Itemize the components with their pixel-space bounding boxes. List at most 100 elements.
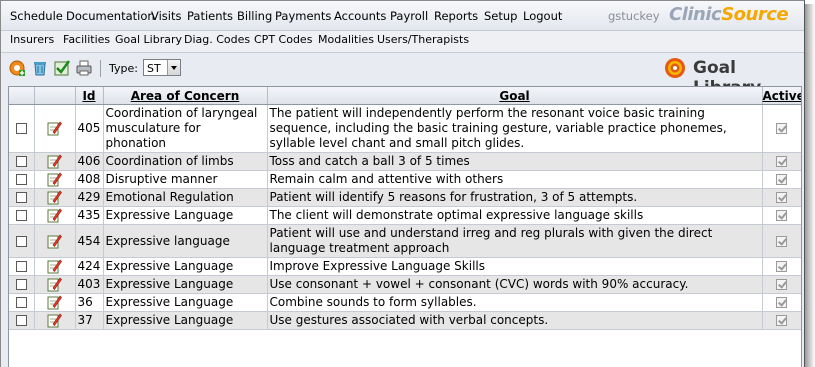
row-active-cell — [762, 104, 801, 153]
type-select[interactable]: ST — [143, 59, 181, 76]
submenu-modalities[interactable]: Modalities — [318, 33, 374, 46]
row-edit-cell — [34, 293, 76, 312]
row-id: 403 — [75, 275, 104, 294]
row-select-checkbox[interactable] — [15, 174, 27, 185]
table-row[interactable]: 424 Expressive Language Improve Expressive… — [9, 257, 801, 276]
area-column-header[interactable]: Area of Concern — [103, 87, 268, 105]
edit-icon[interactable] — [47, 154, 62, 169]
row-area-of-concern: Emotional Regulation — [103, 188, 268, 207]
row-select-checkbox[interactable] — [15, 123, 27, 134]
row-active-checkbox — [776, 123, 787, 134]
row-id: 36 — [75, 293, 104, 312]
edit-icon[interactable] — [47, 295, 62, 310]
toolbar: Type: ST Goal Library — [1, 53, 804, 98]
row-goal: Toss and catch a ball 3 of 5 times — [267, 152, 763, 171]
edit-icon[interactable] — [47, 121, 62, 136]
edit-icon[interactable] — [47, 277, 62, 292]
row-active-cell — [762, 170, 801, 189]
menu-patients[interactable]: Patients — [187, 9, 233, 23]
menu-accounts[interactable]: Accounts — [334, 9, 386, 23]
menu-documentation[interactable]: Documentation — [66, 9, 155, 23]
row-active-cell — [762, 293, 801, 312]
goal-column-header[interactable]: Goal — [267, 87, 763, 105]
edit-icon[interactable] — [47, 208, 62, 223]
row-edit-cell — [34, 152, 76, 171]
menu-reports[interactable]: Reports — [434, 9, 478, 23]
row-select-checkbox[interactable] — [15, 156, 27, 167]
submenu-users-therapists[interactable]: Users/Therapists — [377, 33, 469, 46]
id-column-header[interactable]: Id — [75, 87, 104, 105]
row-area-of-concern: Expressive Language — [103, 206, 268, 225]
row-select-cell — [9, 152, 35, 171]
print-icon[interactable] — [75, 59, 93, 77]
chevron-down-icon[interactable] — [167, 60, 180, 75]
row-edit-cell — [34, 170, 76, 189]
row-goal: Combine sounds to form syllables. — [267, 293, 763, 312]
table-row[interactable]: 408 Disruptive manner Remain calm and atte… — [9, 170, 801, 189]
menu-payments[interactable]: Payments — [275, 9, 331, 23]
submenu-cpt-codes[interactable]: CPT Codes — [254, 33, 312, 46]
edit-icon[interactable] — [47, 313, 62, 328]
menu-setup[interactable]: Setup — [484, 9, 517, 23]
row-active-cell — [762, 206, 801, 225]
row-goal: Remain calm and attentive with others — [267, 170, 763, 189]
table-row[interactable]: 405 Coordination of laryngeal musculature… — [9, 104, 801, 153]
row-id: 429 — [75, 188, 104, 207]
row-area-of-concern: Expressive Language — [103, 275, 268, 294]
row-select-checkbox[interactable] — [15, 261, 27, 272]
edit-icon[interactable] — [47, 172, 62, 187]
current-user: gstuckey — [608, 9, 660, 23]
table-row[interactable]: 403 Expressive Language Use consonant + vo… — [9, 275, 801, 294]
edit-icon[interactable] — [47, 259, 62, 274]
row-active-checkbox — [776, 210, 787, 221]
submenu-goal-library[interactable]: Goal Library — [115, 33, 182, 46]
edit-icon[interactable] — [47, 190, 62, 205]
submenu-diag-codes[interactable]: Diag. Codes — [184, 33, 250, 46]
table-row[interactable]: 406 Coordination of limbs Toss and catch a… — [9, 152, 801, 171]
row-select-checkbox[interactable] — [15, 279, 27, 290]
goal-target-icon — [664, 57, 686, 79]
row-active-checkbox — [776, 235, 787, 247]
table-row[interactable]: 435 Expressive Language The client will de… — [9, 206, 801, 225]
row-active-checkbox — [776, 156, 787, 167]
table-row[interactable]: 454 Expressive language Patient will use a… — [9, 224, 801, 258]
goal-table: Id Area of Concern Goal Active 405 Coordi… — [8, 86, 802, 367]
row-select-checkbox[interactable] — [15, 192, 27, 203]
row-id: 406 — [75, 152, 104, 171]
table-row[interactable]: 37 Expressive Language Use gestures associ… — [9, 311, 801, 330]
delete-icon[interactable] — [31, 59, 49, 77]
table-row[interactable]: 429 Emotional Regulation Patient will iden… — [9, 188, 801, 207]
row-edit-cell — [34, 206, 76, 225]
row-select-cell — [9, 188, 35, 207]
menu-billing[interactable]: Billing — [237, 9, 272, 23]
row-active-checkbox — [776, 192, 787, 203]
row-id: 405 — [75, 104, 104, 153]
row-goal: Patient will use and understand irreg an… — [267, 224, 763, 258]
row-active-cell — [762, 188, 801, 207]
row-select-cell — [9, 257, 35, 276]
table-row[interactable]: 36 Expressive Language Combine sounds to f… — [9, 293, 801, 312]
row-select-checkbox[interactable] — [15, 315, 27, 326]
row-goal: The client will demonstrate optimal expr… — [267, 206, 763, 225]
row-area-of-concern: Coordination of limbs — [103, 152, 268, 171]
row-select-checkbox[interactable] — [15, 297, 27, 308]
menu-schedule[interactable]: Schedule — [10, 9, 63, 23]
add-icon[interactable] — [8, 59, 26, 77]
activate-icon[interactable] — [53, 59, 71, 77]
row-goal: Improve Expressive Language Skills — [267, 257, 763, 276]
submenu-facilities[interactable]: Facilities — [63, 33, 110, 46]
row-goal: Use consonant + vowel + consonant (CVC) … — [267, 275, 763, 294]
row-select-cell — [9, 104, 35, 153]
active-column-header[interactable]: Active — [762, 87, 801, 105]
row-id: 454 — [75, 224, 104, 258]
submenu-insurers[interactable]: Insurers — [10, 33, 54, 46]
type-select-value: ST — [147, 62, 161, 75]
row-select-checkbox[interactable] — [15, 235, 27, 247]
menu-logout[interactable]: Logout — [523, 9, 562, 23]
menu-payroll[interactable]: Payroll — [390, 9, 428, 23]
edit-icon[interactable] — [47, 234, 62, 249]
row-select-checkbox[interactable] — [15, 210, 27, 221]
row-active-cell — [762, 224, 801, 258]
row-active-cell — [762, 257, 801, 276]
menu-visits[interactable]: Visits — [151, 9, 182, 23]
